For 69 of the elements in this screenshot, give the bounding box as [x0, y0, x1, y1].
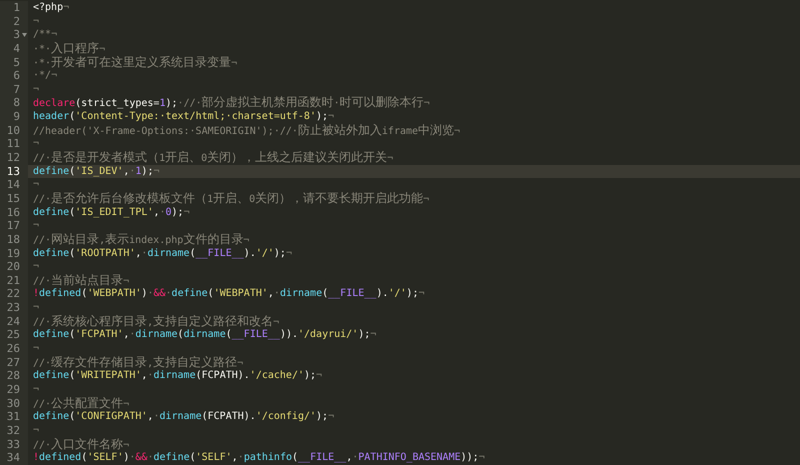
code-line: ¬: [33, 178, 40, 192]
line-number: 29: [6, 382, 20, 397]
line-number: 21: [6, 274, 20, 288]
code-line: ¬: [33, 82, 40, 96]
line-number: 24: [6, 314, 20, 328]
line-number: 4: [13, 42, 20, 56]
line-number: 12: [6, 151, 20, 165]
code-line: ¬: [33, 342, 40, 356]
code-line: //·是否是开发者模式（1开启、0关闭），上线之后建议关闭此开关¬: [33, 151, 394, 165]
code-line: ·*·开发者可在这里定义系统目录变量¬: [33, 56, 238, 70]
line-number: 32: [6, 424, 20, 438]
line-number: 7: [13, 82, 20, 96]
code-line: //·公共配置文件¬: [33, 396, 130, 410]
code-line: ¬: [33, 382, 40, 397]
line-number: 30: [6, 396, 20, 410]
line-number: 5: [13, 56, 20, 70]
code-line: <?php¬: [33, 1, 70, 15]
line-number: 15: [6, 192, 20, 206]
line-number: 1: [13, 1, 20, 15]
fold-caret-icon[interactable]: [22, 33, 27, 38]
code-line: define('CONFIGPATH',·dirname(FCPATH).'/config/');¬: [33, 410, 334, 424]
line-number: 28: [6, 369, 20, 383]
code-line: //·是否允许后台修改模板文件（1开启、0关闭），请不要长期开启此功能¬: [33, 192, 430, 206]
code-line: define('WRITEPATH',·dirname(FCPATH).'/cache/');¬: [33, 369, 322, 383]
code-line: define('IS_EDIT_TPL',·0);¬: [33, 206, 190, 220]
line-number: 23: [6, 301, 20, 315]
line-number: 20: [6, 260, 20, 274]
line-number: 27: [6, 356, 20, 370]
line-number: 2: [13, 14, 20, 28]
code-line: ¬: [33, 219, 40, 233]
line-number: 34: [6, 451, 20, 465]
code-line: //·缓存文件存储目录,支持自定义路径¬: [33, 356, 244, 370]
code-line: ¬: [33, 137, 40, 152]
code-line: !defined('WEBPATH')·&&·define('WEBPATH',·dirname(__FILE__).'/');¬: [33, 287, 424, 302]
line-number: 16: [6, 206, 20, 220]
line-number: 26: [6, 342, 20, 356]
code-line: //·系统核心程序目录,支持自定义路径和改名¬: [33, 314, 280, 328]
code-line: ·*·入口程序¬: [33, 42, 106, 56]
code-line: ¬: [33, 301, 40, 315]
line-number: 25: [6, 328, 20, 342]
line-number: 31: [6, 410, 20, 424]
line-number: 14: [6, 178, 20, 192]
line-number: 18: [6, 232, 20, 247]
code-line: !defined('SELF')·&&·define('SELF',·pathinfo(__FILE__,·PATHINFO_BASENAME));¬: [33, 451, 485, 465]
code-line: ¬: [33, 260, 40, 274]
line-number: 17: [6, 219, 20, 233]
line-number: 13: [6, 164, 20, 178]
line-number: 9: [13, 110, 20, 124]
code-line: declare(strict_types=1);·//·部分虚拟主机禁用函数时·时可以删除本行¬: [33, 96, 430, 110]
line-number: 33: [6, 438, 20, 452]
code-line: define('ROOTPATH',·dirname(__FILE__).'/');¬: [33, 246, 292, 260]
code-line: ·*/¬: [33, 69, 58, 83]
line-number: 8: [13, 96, 20, 110]
code-line: define('FCPATH',·dirname(dirname(__FILE__)).'/dayrui/');¬: [33, 328, 376, 342]
line-number: 19: [6, 246, 20, 260]
line-number: 11: [6, 137, 20, 152]
code-line: //·当前站点目录¬: [33, 274, 130, 288]
code-line: //·入口文件名称¬: [33, 438, 130, 452]
line-number: 22: [6, 287, 20, 302]
code-line: ¬: [33, 14, 40, 28]
line-number: 10: [6, 124, 20, 138]
line-number: 6: [13, 69, 20, 83]
code-line: //header('X-Frame-Options:·SAMEORIGIN');·//·防止被站外加入iframe中浏览¬: [33, 124, 460, 138]
code-line: /**¬: [33, 28, 58, 42]
code-line: header('Content-Type:·text/html;·charset=utf-8');¬: [33, 110, 334, 124]
code-line: ¬: [33, 424, 40, 438]
code-line: define('IS_DEV',·1);¬: [33, 164, 160, 178]
code-line: //·网站目录,表示index.php文件的目录¬: [33, 232, 250, 247]
line-number: 3: [13, 28, 20, 42]
